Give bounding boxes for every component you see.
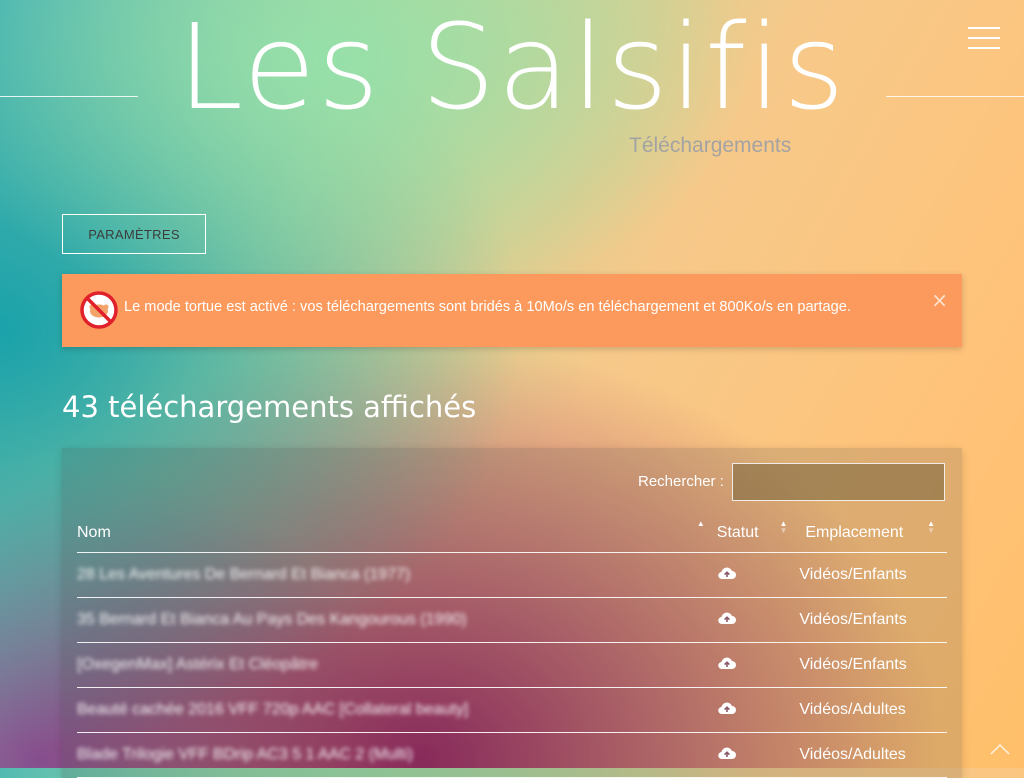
download-name[interactable]: [OxegenMax] Astérix Et Cléopâtre	[77, 642, 717, 688]
table-row[interactable]: 28 Les Aventures De Bernard Et Bianca (1…	[77, 552, 947, 598]
cloud-upload-icon	[718, 657, 736, 669]
sort-asc-icon[interactable]: ▲	[697, 520, 705, 528]
downloads-count-heading: 43 téléchargements affichés	[62, 390, 477, 424]
status-cell	[716, 732, 800, 778]
column-header-location-label: Emplacement	[805, 524, 904, 541]
search-label: Rechercher :	[638, 473, 724, 490]
cloud-upload-icon	[718, 747, 736, 759]
site-title[interactable]: Les Salsifis	[0, 2, 1024, 132]
location-cell: Vidéos/Adultes	[799, 687, 947, 733]
download-name[interactable]: 28 Les Aventures De Bernard Et Bianca (1…	[77, 552, 717, 598]
cloud-upload-icon	[718, 567, 736, 579]
download-name[interactable]: Blade Trilogie VFF BDrip AC3 5 1 AAC 2 (…	[77, 732, 717, 778]
status-cell	[716, 642, 800, 688]
column-header-name[interactable]: Nom ▲	[77, 514, 717, 553]
location-cell: Vidéos/Enfants	[799, 642, 947, 688]
turtle-mode-alert: Le mode tortue est activé : vos téléchar…	[62, 274, 962, 347]
search-input[interactable]	[732, 463, 945, 501]
downloads-table: Nom ▲ Statut ▲ ▼ Emplacement ▲ ▼ 28 Les Av…	[77, 514, 947, 778]
table-row[interactable]: [OxegenMax] Astérix Et Cléopâtre Vidéos/…	[77, 642, 947, 688]
column-header-status-label: Statut	[716, 524, 759, 541]
sort-both-icon[interactable]: ▲ ▼	[927, 520, 935, 535]
cloud-upload-icon	[718, 612, 736, 624]
column-header-name-label: Nom	[77, 524, 111, 541]
status-cell	[716, 597, 800, 643]
hamburger-menu-icon[interactable]	[968, 27, 1000, 51]
column-header-status[interactable]: Statut ▲ ▼	[716, 514, 800, 553]
cloud-upload-icon	[718, 702, 736, 714]
table-row[interactable]: Beauté cachée 2016 VFF 720p AAC [Collate…	[77, 687, 947, 733]
turtle-disabled-icon	[80, 291, 118, 329]
table-row[interactable]: Blade Trilogie VFF BDrip AC3 5 1 AAC 2 (…	[77, 732, 947, 778]
alert-message: Le mode tortue est activé : vos téléchar…	[124, 299, 851, 315]
download-name[interactable]: Beauté cachée 2016 VFF 720p AAC [Collate…	[77, 687, 717, 733]
download-name[interactable]: 35 Bernard Et Bianca Au Pays Des Kangour…	[77, 597, 717, 643]
location-cell: Vidéos/Enfants	[799, 552, 947, 598]
status-cell	[716, 687, 800, 733]
sort-both-icon[interactable]: ▲ ▼	[779, 520, 787, 535]
settings-button[interactable]: PARAMÈTRES	[62, 214, 206, 254]
location-cell: Vidéos/Adultes	[799, 732, 947, 778]
status-cell	[716, 552, 800, 598]
page-subtitle: Téléchargements	[629, 134, 792, 157]
column-header-location[interactable]: Emplacement ▲ ▼	[799, 514, 947, 553]
table-row[interactable]: 35 Bernard Et Bianca Au Pays Des Kangour…	[77, 597, 947, 643]
scroll-to-top-icon[interactable]	[988, 738, 1012, 758]
alert-close-icon[interactable]: ×	[931, 290, 948, 310]
location-cell: Vidéos/Enfants	[799, 597, 947, 643]
